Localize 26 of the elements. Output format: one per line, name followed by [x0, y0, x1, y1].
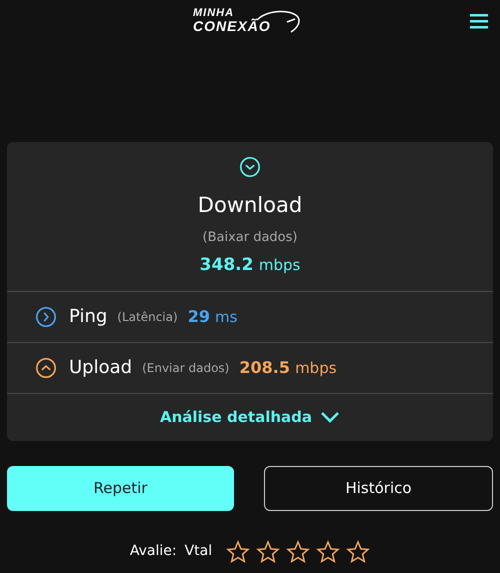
star-rating[interactable] [226, 540, 370, 564]
star-icon[interactable] [256, 540, 280, 564]
download-title: Download [198, 192, 302, 219]
download-subtitle: (Baixar dados) [202, 228, 298, 246]
star-icon[interactable] [286, 540, 310, 564]
chevron-down-circle-icon [239, 156, 261, 178]
metric-title: Upload [69, 356, 132, 380]
details-link[interactable]: Análise detalhada [7, 394, 493, 440]
repeat-button[interactable]: Repetir [7, 466, 234, 510]
logo[interactable]: MINHA CONEXÃO [193, 8, 307, 36]
download-speed: 348.2 mbps [200, 254, 300, 277]
chevron-right-circle-icon [35, 306, 57, 328]
menu-icon[interactable] [470, 14, 488, 29]
star-icon[interactable] [316, 540, 340, 564]
metric-subtitle: (Enviar dados) [142, 360, 230, 376]
metric-value: 208.5 mbps [239, 356, 337, 378]
chevron-down-icon [320, 410, 340, 424]
metric-value: 29 ms [188, 306, 238, 328]
star-icon[interactable] [346, 540, 370, 564]
star-icon[interactable] [226, 540, 250, 564]
chevron-up-circle-icon [35, 356, 57, 378]
metric-title: Ping [69, 305, 108, 329]
provider-name: Vtal [184, 542, 212, 561]
history-button[interactable]: Histórico [264, 466, 493, 510]
rating-label: Avalie: [130, 542, 177, 561]
metric-subtitle: (Latência) [117, 308, 178, 326]
